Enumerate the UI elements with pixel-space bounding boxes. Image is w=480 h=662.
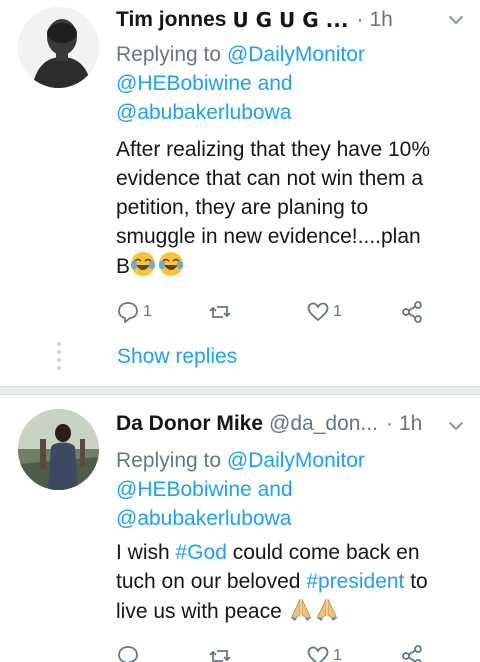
user-handle[interactable]: @da_don... bbox=[269, 412, 378, 436]
heart-icon bbox=[307, 646, 329, 662]
tweet-text: I wish #God could come back en tuch on o… bbox=[116, 541, 428, 623]
avatar[interactable] bbox=[18, 409, 99, 490]
display-name-suffix[interactable]: U G U G ... bbox=[232, 8, 348, 32]
show-replies-row: Show replies bbox=[0, 337, 480, 377]
reply-button[interactable]: 1 bbox=[116, 297, 152, 327]
separator-dot: · bbox=[385, 412, 393, 435]
share-icon bbox=[402, 301, 422, 323]
separator-dot: · bbox=[356, 8, 364, 31]
mention-link[interactable]: @DailyMonitor bbox=[227, 43, 365, 66]
retweet-icon bbox=[209, 306, 231, 318]
share-icon bbox=[402, 645, 422, 662]
display-name[interactable]: Da Donor Mike bbox=[116, 412, 263, 436]
face-with-tears-of-joy-icon bbox=[131, 252, 156, 276]
share-button[interactable] bbox=[400, 297, 424, 327]
mention-link[interactable]: @HEBobiwine bbox=[116, 72, 252, 95]
like-button[interactable]: 1 bbox=[306, 297, 342, 327]
chevron-down-icon[interactable] bbox=[446, 10, 466, 30]
tweet-2[interactable]: Da Donor Mike @da_don... · 1h Replying t… bbox=[0, 395, 480, 662]
tweet-header: Da Donor Mike @da_don... · 1h bbox=[116, 409, 470, 439]
reply-icon bbox=[118, 302, 138, 323]
replying-to: Replying to @DailyMonitor @HEBobiwine an… bbox=[116, 43, 365, 124]
retweet-button[interactable] bbox=[208, 641, 235, 662]
mention-link[interactable]: @abubakerlubowa bbox=[116, 101, 291, 124]
tweet-header: Tim jonnes U G U G ... · 1h bbox=[116, 5, 470, 35]
hashtag-link[interactable]: #president bbox=[306, 570, 404, 593]
like-button[interactable]: 1 bbox=[306, 641, 342, 662]
thread-dots-icon bbox=[57, 342, 61, 370]
avatar[interactable] bbox=[18, 7, 99, 88]
mention-link[interactable]: @HEBobiwine bbox=[116, 478, 252, 501]
retweet-button[interactable] bbox=[208, 297, 235, 327]
chevron-down-icon[interactable] bbox=[446, 416, 466, 436]
action-bar: 1 bbox=[116, 641, 470, 662]
reply-icon bbox=[118, 646, 138, 662]
folded-hands-icon bbox=[315, 598, 338, 621]
show-replies-link[interactable]: Show replies bbox=[117, 345, 237, 369]
reply-button[interactable] bbox=[116, 641, 143, 662]
divider bbox=[0, 386, 480, 395]
display-name[interactable]: Tim jonnes bbox=[116, 8, 226, 32]
mention-link[interactable]: @DailyMonitor bbox=[227, 449, 365, 472]
retweet-icon bbox=[209, 650, 231, 662]
action-bar: 1 1 bbox=[116, 297, 470, 327]
timestamp[interactable]: 1h bbox=[369, 8, 392, 32]
tweet-text: After realizing that they have 10% evide… bbox=[116, 138, 431, 278]
mention-link[interactable]: @abubakerlubowa bbox=[116, 507, 291, 530]
share-button[interactable] bbox=[400, 641, 424, 662]
face-with-tears-of-joy-icon bbox=[159, 252, 184, 276]
tweet-1[interactable]: Tim jonnes U G U G ... · 1h Replying to … bbox=[0, 0, 480, 384]
hashtag-link[interactable]: #God bbox=[176, 541, 227, 564]
folded-hands-icon bbox=[289, 598, 312, 621]
timestamp[interactable]: 1h bbox=[399, 412, 422, 436]
replying-to: Replying to @DailyMonitor @HEBobiwine an… bbox=[116, 449, 365, 530]
heart-icon bbox=[307, 302, 329, 321]
